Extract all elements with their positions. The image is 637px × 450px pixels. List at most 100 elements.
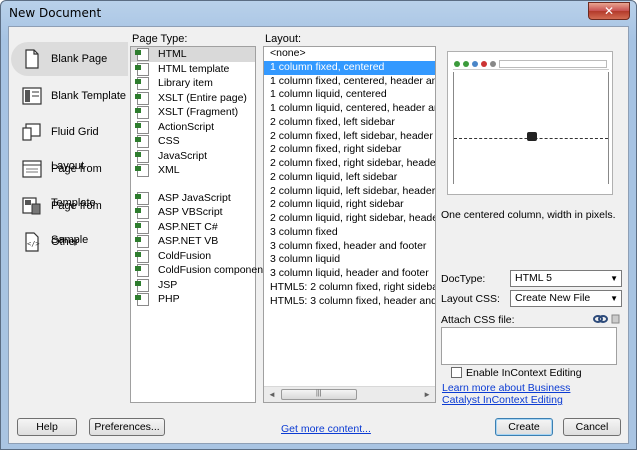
layout-item[interactable]: 2 column liquid, left sidebar xyxy=(264,171,435,185)
scroll-right-arrow-icon[interactable]: ► xyxy=(423,390,431,399)
page-type-item[interactable]: ASP.NET VB xyxy=(131,234,255,249)
html-file-icon xyxy=(135,48,149,61)
page-type-item[interactable]: ASP VBScript xyxy=(131,205,255,220)
file-icon xyxy=(135,220,149,234)
layout-item[interactable]: 1 column fixed, centered, header and foo… xyxy=(264,75,435,89)
layout-preview xyxy=(447,51,613,195)
file-icon xyxy=(135,77,149,90)
page-type-item[interactable]: ColdFusion xyxy=(131,249,255,264)
attach-css-list[interactable] xyxy=(441,327,617,365)
layout-item[interactable]: 2 column fixed, left sidebar xyxy=(264,116,435,130)
page-type-item[interactable]: JSP xyxy=(131,278,255,293)
category-label: Blank Template xyxy=(51,89,127,102)
preview-address-bar xyxy=(499,60,607,68)
layout-item[interactable]: HTML5: 3 column fixed, header and footer xyxy=(264,295,435,309)
page-type-item[interactable]: HTML template xyxy=(131,62,255,77)
learn-more-link[interactable]: Learn more about Business Catalyst InCon… xyxy=(442,382,602,406)
page-type-item[interactable]: ASP JavaScript xyxy=(131,191,255,206)
fluid-grid-icon xyxy=(22,123,41,141)
page-type-item[interactable]: ColdFusion component xyxy=(131,263,266,278)
doctype-select[interactable]: HTML 5 ▼ xyxy=(510,270,622,287)
incontext-checkbox[interactable] xyxy=(451,367,462,378)
layout-item[interactable]: 1 column fixed, centered xyxy=(264,60,435,75)
page-type-item[interactable]: ActionScript xyxy=(131,120,255,135)
layout-description: One centered column, width in pixels. xyxy=(441,209,616,221)
preview-column xyxy=(453,72,609,184)
preview-forward-icon xyxy=(463,61,469,67)
preferences-button[interactable]: Preferences... xyxy=(89,418,165,436)
layout-item[interactable]: 2 column liquid, right sidebar xyxy=(264,198,435,212)
category-list: Blank Page Blank Template Fluid Grid Lay… xyxy=(11,42,128,262)
page-type-item[interactable]: CSS xyxy=(131,134,255,149)
page-type-item[interactable]: Library item xyxy=(131,76,255,91)
create-button[interactable]: Create xyxy=(495,418,553,436)
page-type-label: Page Type: xyxy=(132,33,188,45)
layout-horizontal-scrollbar[interactable]: ◄ ||| ► xyxy=(264,386,435,402)
category-fluid-grid-layout[interactable]: Fluid Grid Layout xyxy=(11,115,128,172)
layout-item[interactable]: 1 column liquid, centered, header and fo… xyxy=(264,102,435,116)
preview-browser-toolbar xyxy=(453,60,609,70)
layout-item[interactable]: 2 column fixed, right sidebar xyxy=(264,143,435,157)
file-icon xyxy=(135,206,149,219)
other-icon: </> xyxy=(25,232,40,253)
layout-item[interactable]: 1 column liquid, centered xyxy=(264,88,435,102)
layout-item[interactable]: 2 column fixed, left sidebar, header and… xyxy=(264,130,435,144)
layout-item[interactable]: <none> xyxy=(264,47,435,61)
chevron-down-icon: ▼ xyxy=(610,294,618,303)
scrollbar-grip-icon: ||| xyxy=(316,390,322,397)
layout-label: Layout: xyxy=(265,33,302,45)
layout-css-select[interactable]: Create New File ▼ xyxy=(510,290,622,307)
category-other[interactable]: </> Other xyxy=(11,225,128,259)
layout-item[interactable]: 2 column liquid, right sidebar, header a… xyxy=(264,212,435,226)
layout-item[interactable]: HTML5: 2 column fixed, right sidebar, he… xyxy=(264,281,435,295)
attach-css-tools xyxy=(593,314,623,327)
category-blank-page[interactable]: Blank Page xyxy=(11,42,128,76)
page-from-template-icon xyxy=(22,160,42,178)
window-title: New Document xyxy=(9,6,102,20)
dialog-body: Blank Page Blank Template Fluid Grid Lay… xyxy=(8,26,629,444)
file-icon xyxy=(135,135,149,148)
scroll-left-arrow-icon[interactable]: ◄ xyxy=(268,390,276,399)
layout-item[interactable]: 3 column fixed, header and footer xyxy=(264,240,435,254)
lock-icon xyxy=(527,132,537,141)
layout-css-label: Layout CSS: xyxy=(441,293,500,305)
doctype-label: DocType: xyxy=(441,273,486,285)
file-icon xyxy=(135,278,149,292)
cancel-button[interactable]: Cancel xyxy=(563,418,621,436)
get-more-content-link[interactable]: Get more content... xyxy=(281,423,371,435)
page-type-item[interactable]: JavaScript xyxy=(131,149,255,164)
file-icon xyxy=(135,120,149,134)
page-type-item[interactable]: HTML xyxy=(131,47,255,62)
category-page-from-sample[interactable]: Page from Sample xyxy=(11,189,128,246)
file-icon xyxy=(135,264,149,277)
title-bar: New Document ✕ xyxy=(1,1,636,25)
category-blank-template[interactable]: Blank Template xyxy=(11,79,128,113)
page-type-item[interactable]: XSLT (Entire page) xyxy=(131,91,255,106)
category-label: Other xyxy=(51,236,79,249)
layout-item[interactable]: 2 column liquid, left sidebar, header an… xyxy=(264,185,435,199)
preview-home-icon xyxy=(490,61,496,67)
chevron-down-icon: ▼ xyxy=(610,274,618,283)
category-page-from-template[interactable]: Page from Template xyxy=(11,152,128,209)
page-type-item[interactable]: XSLT (Fragment) xyxy=(131,105,255,120)
help-button[interactable]: Help xyxy=(17,418,77,436)
svg-text:</>: </> xyxy=(27,240,40,248)
layout-item[interactable]: 2 column fixed, right sidebar, header an… xyxy=(264,157,435,171)
page-type-list[interactable]: HTML HTML template Library item XSLT (En… xyxy=(130,46,266,403)
page-type-item[interactable]: PHP xyxy=(131,292,255,307)
layout-item[interactable]: 3 column liquid, header and footer xyxy=(264,267,435,281)
category-label: Blank Page xyxy=(51,53,108,65)
file-icon xyxy=(135,91,149,105)
close-button[interactable]: ✕ xyxy=(588,2,630,20)
layout-item[interactable]: 3 column liquid xyxy=(264,253,435,267)
page-from-sample-icon xyxy=(22,197,41,215)
layout-list[interactable]: <none> 1 column fixed, centered 1 column… xyxy=(263,46,436,403)
file-icon xyxy=(135,62,149,76)
page-type-item[interactable]: ASP.NET C# xyxy=(131,220,255,235)
layout-item[interactable]: 3 column fixed xyxy=(264,226,435,240)
link-chain-icon[interactable] xyxy=(593,314,623,324)
file-icon xyxy=(135,235,149,248)
new-document-dialog: New Document ✕ Blank Page Blank Template… xyxy=(0,0,637,450)
page-type-item[interactable]: XML xyxy=(131,163,255,178)
scrollbar-thumb[interactable]: ||| xyxy=(281,389,357,400)
